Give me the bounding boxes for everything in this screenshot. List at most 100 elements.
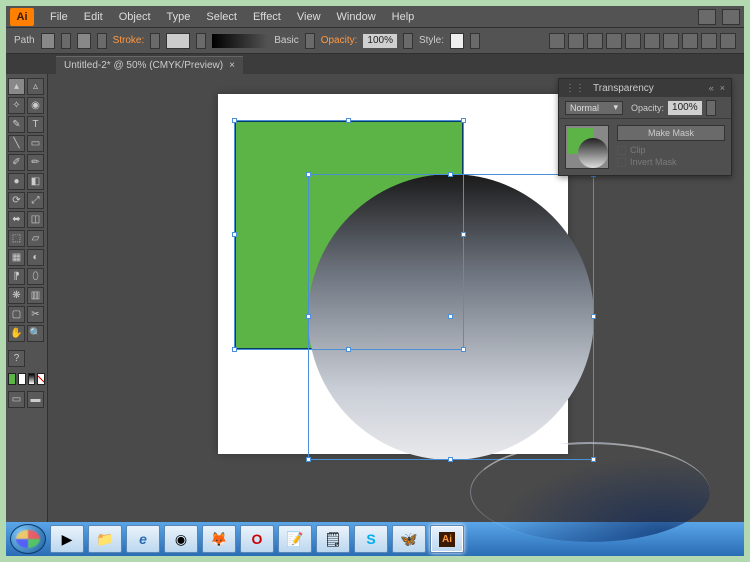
selection-handle[interactable] xyxy=(306,172,311,177)
selection-handle[interactable] xyxy=(591,457,596,462)
gradient-tool[interactable]: ◐ xyxy=(27,249,44,266)
stroke-weight-field[interactable] xyxy=(166,33,190,49)
type-tool[interactable]: T xyxy=(27,116,44,133)
center-handle[interactable] xyxy=(448,314,453,319)
mesh-tool[interactable]: ▦ xyxy=(8,249,25,266)
graphic-style-swatch[interactable] xyxy=(450,33,464,49)
menu-help[interactable]: Help xyxy=(384,11,423,23)
taskbar-opera-icon[interactable]: O xyxy=(240,525,274,553)
panel-grip-icon[interactable]: ⋮⋮ xyxy=(565,83,585,94)
none-swatch[interactable] xyxy=(37,373,45,385)
align-bottom-icon[interactable] xyxy=(663,33,679,49)
line-tool[interactable]: ╲ xyxy=(8,135,25,152)
gradient-swatch[interactable] xyxy=(28,373,36,385)
taskbar-ie-icon[interactable]: e xyxy=(126,525,160,553)
workspace-icon[interactable] xyxy=(698,9,716,25)
selection-handle[interactable] xyxy=(448,172,453,177)
panel-opacity-field[interactable]: 100% xyxy=(668,101,702,115)
stroke-dropdown[interactable] xyxy=(97,33,107,49)
taskbar-media-player-icon[interactable]: ▶ xyxy=(50,525,84,553)
invert-mask-checkbox[interactable] xyxy=(617,158,626,167)
paintbrush-tool[interactable]: ✐ xyxy=(8,154,25,171)
recolor-icon[interactable] xyxy=(549,33,565,49)
stroke-weight-dropdown[interactable] xyxy=(150,33,160,49)
direct-selection-tool[interactable]: ▵ xyxy=(27,78,44,95)
taskbar-msn-icon[interactable]: 🦋 xyxy=(392,525,426,553)
selection-handle[interactable] xyxy=(346,118,351,123)
selection-handle[interactable] xyxy=(461,118,466,123)
blend-mode-select[interactable]: Normal▾ xyxy=(565,101,623,115)
clip-checkbox[interactable] xyxy=(617,146,626,155)
menu-view[interactable]: View xyxy=(289,11,329,23)
menu-file[interactable]: File xyxy=(42,11,76,23)
menu-edit[interactable]: Edit xyxy=(76,11,111,23)
canvas[interactable]: ⋮⋮ Transparency « × Normal▾ Opacity: 100… xyxy=(48,74,744,538)
selection-handle[interactable] xyxy=(232,347,237,352)
menu-window[interactable]: Window xyxy=(329,11,384,23)
free-transform-tool[interactable]: ◫ xyxy=(27,211,44,228)
pen-tool[interactable]: ✎ xyxy=(8,116,25,133)
fill-dropdown[interactable] xyxy=(61,33,71,49)
eyedropper-tool[interactable]: ⁋ xyxy=(8,268,25,285)
align-left-icon[interactable] xyxy=(568,33,584,49)
brush-dropdown[interactable] xyxy=(305,33,315,49)
screen-mode-full[interactable]: ▬ xyxy=(27,391,44,408)
opacity-field[interactable]: 100% xyxy=(363,34,397,48)
pencil-tool[interactable]: ✏ xyxy=(27,154,44,171)
magic-wand-tool[interactable]: ✧ xyxy=(8,97,25,114)
fill-swatch[interactable] xyxy=(41,33,55,49)
selection-handle[interactable] xyxy=(591,314,596,319)
menu-select[interactable]: Select xyxy=(198,11,245,23)
zoom-tool[interactable]: 🔍 xyxy=(27,325,44,342)
taskbar-skype-icon[interactable]: S xyxy=(354,525,388,553)
selection-handle[interactable] xyxy=(448,457,453,462)
hand-tool[interactable]: ✋ xyxy=(8,325,25,342)
eraser-tool[interactable]: ◧ xyxy=(27,173,44,190)
make-mask-button[interactable]: Make Mask xyxy=(617,125,725,141)
menu-effect[interactable]: Effect xyxy=(245,11,289,23)
fill-color-swatch[interactable] xyxy=(8,373,16,385)
screen-mode-normal[interactable]: ▭ xyxy=(8,391,25,408)
panel-opacity-dropdown[interactable] xyxy=(706,100,716,116)
blob-brush-tool[interactable]: ● xyxy=(8,173,25,190)
graph-tool[interactable]: ▥ xyxy=(27,287,44,304)
shape-builder-tool[interactable]: ⬚ xyxy=(8,230,25,247)
start-button[interactable] xyxy=(10,524,46,554)
scale-tool[interactable]: ⤢ xyxy=(27,192,44,209)
stroke-swatch[interactable] xyxy=(77,33,91,49)
transparency-thumbnail[interactable] xyxy=(565,125,609,169)
transform-icon[interactable] xyxy=(682,33,698,49)
symbol-sprayer-tool[interactable]: ❋ xyxy=(8,287,25,304)
slice-tool[interactable]: ✂ xyxy=(27,306,44,323)
edit-clip-icon[interactable] xyxy=(720,33,736,49)
stroke-weight-stepper[interactable] xyxy=(196,33,206,49)
align-right-icon[interactable] xyxy=(606,33,622,49)
selection-handle[interactable] xyxy=(232,232,237,237)
lasso-tool[interactable]: ◉ xyxy=(27,97,44,114)
taskbar-editor-icon[interactable]: 📝 xyxy=(278,525,312,553)
document-tab[interactable]: Untitled-2* @ 50% (CMYK/Preview) × xyxy=(56,56,243,74)
selection-handle[interactable] xyxy=(306,457,311,462)
blend-tool[interactable]: ⬯ xyxy=(27,268,44,285)
selection-handle[interactable] xyxy=(232,118,237,123)
panel-collapse-icon[interactable]: « xyxy=(709,83,714,93)
rectangle-tool[interactable]: ▭ xyxy=(27,135,44,152)
style-dropdown[interactable] xyxy=(470,33,480,49)
isolate-icon[interactable] xyxy=(701,33,717,49)
stroke-color-swatch[interactable] xyxy=(18,373,26,385)
artboard-tool[interactable]: ▢ xyxy=(8,306,25,323)
perspective-tool[interactable]: ▱ xyxy=(27,230,44,247)
panel-close-icon[interactable]: × xyxy=(720,83,725,93)
rotate-tool[interactable]: ⟳ xyxy=(8,192,25,209)
taskbar-notes-icon[interactable]: 🗒 xyxy=(316,525,350,553)
align-center-icon[interactable] xyxy=(587,33,603,49)
selection-tool[interactable]: ▴ xyxy=(8,78,25,95)
help-tool[interactable]: ? xyxy=(8,350,25,367)
menu-object[interactable]: Object xyxy=(111,11,159,23)
taskbar-firefox-icon[interactable]: 🦊 xyxy=(202,525,236,553)
width-tool[interactable]: ⬌ xyxy=(8,211,25,228)
arrange-docs-icon[interactable] xyxy=(722,9,740,25)
brush-definition[interactable] xyxy=(212,34,268,48)
selection-handle[interactable] xyxy=(306,314,311,319)
align-middle-icon[interactable] xyxy=(644,33,660,49)
